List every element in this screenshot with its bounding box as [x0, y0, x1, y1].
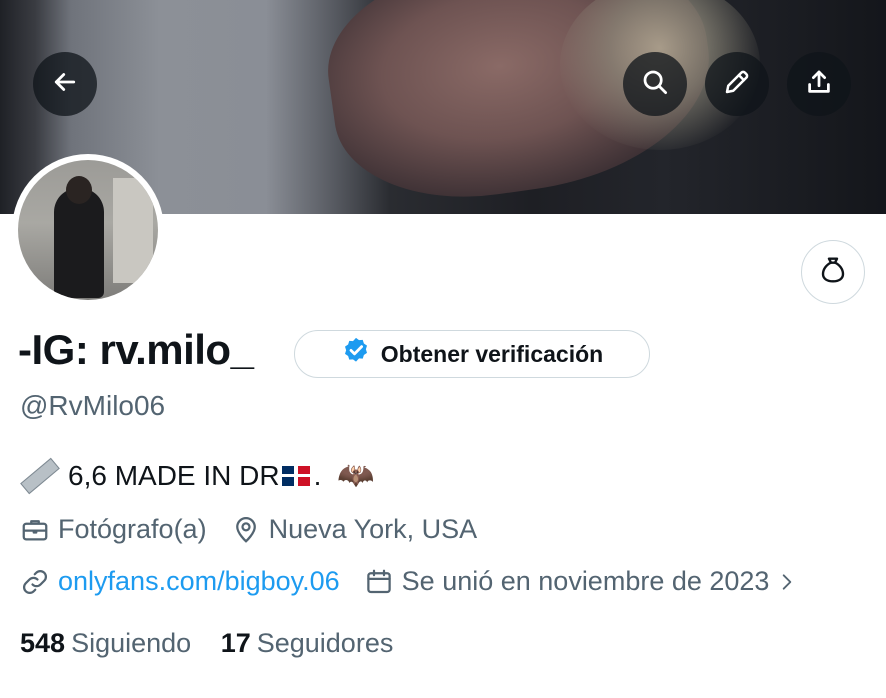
bio-tail: . — [313, 459, 322, 491]
followers-count: 17 — [220, 628, 251, 658]
bio: 6,6 MADE IN DR . 🦇 — [20, 457, 375, 494]
profession-label: Fotógrafo(a) — [58, 514, 207, 544]
chevron-right-icon[interactable] — [777, 567, 797, 597]
bat-emoji-icon: 🦇 — [337, 459, 375, 492]
ruler-emoji-icon — [20, 457, 60, 494]
tips-button[interactable] — [801, 240, 865, 304]
pencil-icon — [722, 67, 752, 102]
avatar-photo — [18, 160, 158, 300]
bio-text: 6,6 MADE IN DR — [68, 459, 280, 491]
link-icon — [20, 567, 50, 597]
website-item[interactable]: onlyfans.com/bigboy.06 — [20, 566, 340, 597]
location-item: Nueva York, USA — [231, 514, 478, 545]
website-link[interactable]: onlyfans.com/bigboy.06 — [58, 566, 340, 597]
edit-button[interactable] — [705, 52, 769, 116]
dominican-flag-icon — [281, 465, 310, 486]
share-button[interactable] — [787, 52, 851, 116]
share-icon — [804, 67, 834, 102]
briefcase-icon — [20, 515, 50, 545]
profile-meta-row-2: onlyfans.com/bigboy.06 Se unió en noviem… — [20, 566, 797, 597]
back-button[interactable] — [33, 52, 97, 116]
following-stat[interactable]: 548 Siguiendo — [20, 628, 199, 658]
avatar[interactable] — [12, 154, 164, 306]
get-verified-button[interactable]: Obtener verificación — [294, 330, 650, 378]
following-count: 548 — [20, 628, 66, 658]
following-label: Siguiendo — [71, 628, 192, 658]
get-verified-label: Obtener verificación — [380, 340, 604, 367]
search-button[interactable] — [623, 52, 687, 116]
followers-label: Seguidores — [256, 628, 394, 658]
joined-date-label: Se unió en noviembre de 2023 — [401, 566, 770, 596]
username-handle: @RvMilo06 — [20, 390, 166, 421]
money-bag-icon — [817, 254, 849, 291]
follow-stats: 548 Siguiendo 17 Seguidores — [20, 628, 415, 659]
profession-item: Fotógrafo(a) — [20, 514, 207, 545]
search-icon — [640, 67, 670, 102]
arrow-left-icon — [50, 67, 80, 102]
followers-stat[interactable]: 17 Seguidores — [221, 628, 394, 658]
location-label: Nueva York, USA — [268, 514, 478, 544]
joined-date-item[interactable]: Se unió en noviembre de 2023 — [364, 566, 770, 597]
verified-badge-icon — [341, 336, 371, 372]
profile-meta-row-1: Fotógrafo(a) Nueva York, USA — [20, 514, 501, 545]
location-pin-icon — [231, 515, 261, 545]
calendar-icon — [364, 567, 394, 597]
display-name: -IG: rv.milo_ — [18, 326, 254, 373]
